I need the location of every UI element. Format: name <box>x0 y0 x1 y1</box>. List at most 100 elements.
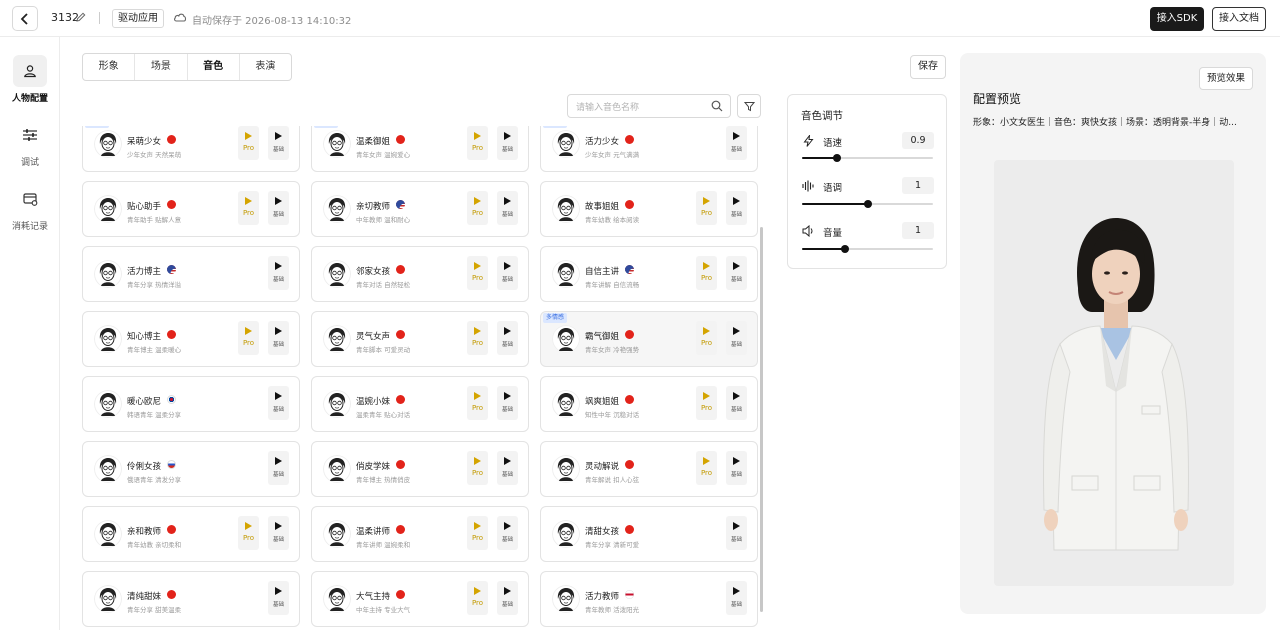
play-base-button[interactable]: 基础 <box>497 581 518 615</box>
play-base-button[interactable]: 基础 <box>497 321 518 355</box>
play-icon <box>703 327 710 335</box>
play-base-button[interactable]: 基础 <box>497 451 518 485</box>
tab-appearance[interactable]: 形象 <box>83 54 136 80</box>
voice-card[interactable]: 飒爽姐姐 知性中年 沉稳对话 Pro 基础 <box>540 376 758 432</box>
voice-description: 青年分享 热情洋溢 <box>127 281 182 289</box>
voice-card[interactable]: 温柔讲师 青年讲师 温婉柔和 Pro 基础 <box>311 506 529 562</box>
voice-card[interactable]: 多情感 呆萌少女少年女声 天然呆萌 Pro 基础 <box>82 126 300 172</box>
play-pro-button[interactable]: Pro <box>467 451 488 485</box>
play-base-button[interactable]: 基础 <box>726 386 747 420</box>
play-base-button[interactable]: 基础 <box>268 191 289 225</box>
play-base-button[interactable]: 基础 <box>726 451 747 485</box>
edit-icon[interactable] <box>76 12 86 22</box>
play-pro-button[interactable]: Pro <box>467 256 488 290</box>
play-pro-button[interactable]: Pro <box>696 256 717 290</box>
base-label: 基础 <box>730 277 742 283</box>
voice-card[interactable]: 故事姐姐 青年幼教 绘本阅读 Pro 基础 <box>540 181 758 237</box>
play-base-button[interactable]: 基础 <box>497 126 518 160</box>
voice-name: 温柔御姐 <box>356 137 391 147</box>
voice-card[interactable]: 多情感 霸气御姐 青年女声 冷艳强势 Pro 基础 <box>540 311 758 367</box>
play-pro-button[interactable]: Pro <box>238 126 259 160</box>
pitch-slider[interactable] <box>802 200 933 208</box>
tab-scene[interactable]: 场景 <box>135 54 188 80</box>
voice-card[interactable]: 暖心欧尼 韩语青年 温柔分享 基础 <box>82 376 300 432</box>
voice-card[interactable]: 多情感 温柔御姐青年女声 温婉爱心 Pro 基础 <box>311 126 529 172</box>
search-icon[interactable] <box>711 100 723 112</box>
play-pro-button[interactable]: Pro <box>238 191 259 225</box>
voice-card[interactable]: 灵气女声 青年脚本 可爱灵动 Pro 基础 <box>311 311 529 367</box>
play-pro-button[interactable]: Pro <box>467 191 488 225</box>
play-pro-button[interactable]: Pro <box>696 451 717 485</box>
play-base-button[interactable]: 基础 <box>726 126 747 160</box>
play-base-button[interactable]: 基础 <box>268 451 289 485</box>
voice-card[interactable]: 伶俐女孩 俄语青年 清发分享 基础 <box>82 441 300 497</box>
voice-card[interactable]: 灵动解说 青年解说 扣人心弦 Pro 基础 <box>540 441 758 497</box>
play-pro-button[interactable]: Pro <box>467 581 488 615</box>
voice-card[interactable]: 邻家女孩 青年对话 自然轻松 Pro 基础 <box>311 246 529 302</box>
voice-card[interactable]: 活力教师 青年教师 活泼阳光 基础 <box>540 571 758 627</box>
pitch-slider-handle[interactable] <box>863 200 872 208</box>
voice-list-scrollbar[interactable] <box>760 227 763 612</box>
play-base-button[interactable]: 基础 <box>268 386 289 420</box>
volume-value[interactable]: 1 <box>902 222 934 239</box>
volume-slider-handle[interactable] <box>841 245 850 253</box>
play-pro-button[interactable]: Pro <box>696 386 717 420</box>
voice-card[interactable]: 清甜女孩 青年分享 清新可爱 基础 <box>540 506 758 562</box>
play-base-button[interactable]: 基础 <box>268 516 289 550</box>
voice-card[interactable]: 大气主持 中年主持 专业大气 Pro 基础 <box>311 571 529 627</box>
play-pro-button[interactable]: Pro <box>238 321 259 355</box>
connect-docs-button[interactable]: 接入文档 <box>1212 7 1266 31</box>
play-pro-button[interactable]: Pro <box>696 321 717 355</box>
play-pro-button[interactable]: Pro <box>467 386 488 420</box>
voice-card[interactable]: 活力博主 青年分享 热情洋溢 基础 <box>82 246 300 302</box>
play-base-button[interactable]: 基础 <box>726 581 747 615</box>
speed-slider[interactable] <box>802 154 933 162</box>
voice-description: 少年女声 元气满满 <box>585 151 640 159</box>
voice-avatar-icon <box>94 455 122 483</box>
play-pro-button[interactable]: Pro <box>467 126 488 160</box>
connect-sdk-button[interactable]: 接入SDK <box>1150 7 1204 31</box>
voice-card[interactable]: 多情感 活力少女少年女声 元气满满 基础 <box>540 126 758 172</box>
sidebar-item-usage-records[interactable]: 消耗记录 <box>0 183 60 232</box>
filter-button[interactable] <box>737 94 761 118</box>
cloud-icon <box>174 13 187 22</box>
pitch-value[interactable]: 1 <box>902 177 934 194</box>
voice-card[interactable]: 自信主讲 青年讲解 自信流畅 Pro 基础 <box>540 246 758 302</box>
voice-search-input[interactable] <box>568 97 698 119</box>
save-button[interactable]: 保存 <box>910 55 946 79</box>
voice-card[interactable]: 温婉小妹 温柔青年 贴心对话 Pro 基础 <box>311 376 529 432</box>
play-base-button[interactable]: 基础 <box>497 191 518 225</box>
voice-card[interactable]: 知心博主 青年博主 温柔暖心 Pro 基础 <box>82 311 300 367</box>
sidebar-item-debug[interactable]: 调试 <box>0 119 60 168</box>
tab-performance[interactable]: 表演 <box>240 54 291 80</box>
tab-voice[interactable]: 音色 <box>188 54 240 80</box>
play-base-button[interactable]: 基础 <box>497 256 518 290</box>
voice-card[interactable]: 贴心助手 青年助手 贴解人意 Pro 基础 <box>82 181 300 237</box>
play-base-button[interactable]: 基础 <box>726 256 747 290</box>
play-base-button[interactable]: 基础 <box>268 256 289 290</box>
play-pro-button[interactable]: Pro <box>238 516 259 550</box>
preview-effect-button[interactable]: 预览效果 <box>1199 67 1253 90</box>
play-pro-button[interactable]: Pro <box>467 321 488 355</box>
play-base-button[interactable]: 基础 <box>726 191 747 225</box>
volume-slider[interactable] <box>802 245 933 253</box>
sidebar-item-character-config[interactable]: 人物配置 <box>0 55 60 104</box>
speed-slider-handle[interactable] <box>833 154 842 162</box>
play-base-button[interactable]: 基础 <box>268 581 289 615</box>
play-base-button[interactable]: 基础 <box>497 386 518 420</box>
speed-value[interactable]: 0.9 <box>902 132 934 149</box>
play-base-button[interactable]: 基础 <box>268 321 289 355</box>
play-base-button[interactable]: 基础 <box>268 126 289 160</box>
back-button[interactable] <box>12 6 38 31</box>
play-pro-button[interactable]: Pro <box>467 516 488 550</box>
voice-description: 青年博主 温柔暖心 <box>127 346 182 354</box>
play-base-button[interactable]: 基础 <box>497 516 518 550</box>
play-pro-button[interactable]: Pro <box>696 191 717 225</box>
voice-card[interactable]: 亲切教师 中年教师 温和耐心 Pro 基础 <box>311 181 529 237</box>
voice-card[interactable]: 亲和教师 青年幼教 亲切柔和 Pro 基础 <box>82 506 300 562</box>
voice-card[interactable]: 清纯甜妹 青年分享 甜美温柔 基础 <box>82 571 300 627</box>
play-base-button[interactable]: 基础 <box>726 516 747 550</box>
voice-card[interactable]: 俏皮学妹 青年博主 热情俏皮 Pro 基础 <box>311 441 529 497</box>
play-base-button[interactable]: 基础 <box>726 321 747 355</box>
play-icon <box>504 132 511 140</box>
